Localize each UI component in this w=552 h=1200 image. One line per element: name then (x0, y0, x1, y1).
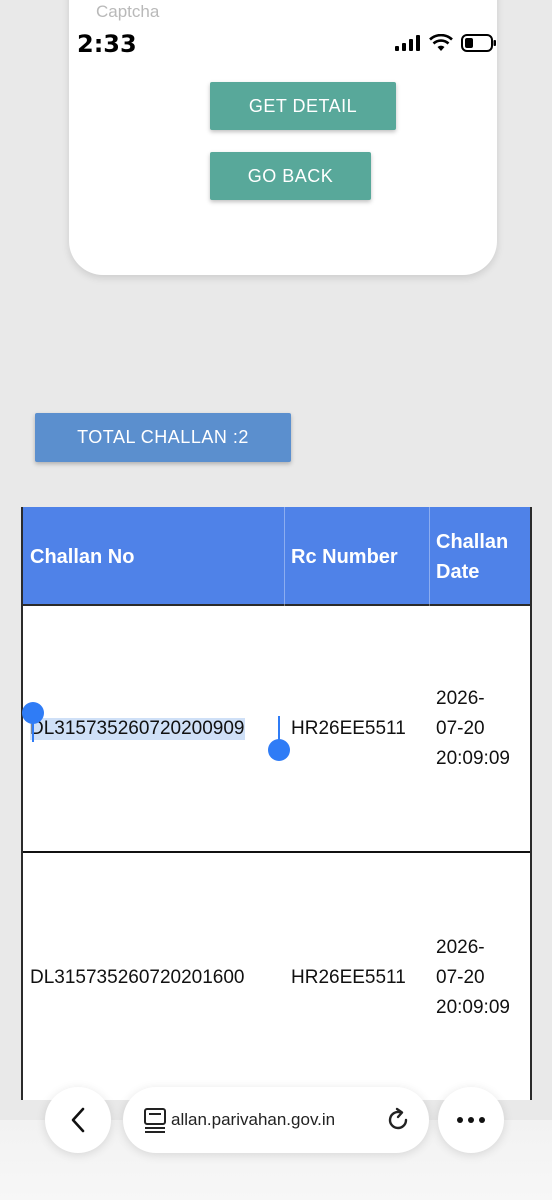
status-bar: 2:33 (0, 0, 552, 64)
status-icons (395, 34, 497, 52)
date-part: 07-20 (436, 967, 485, 988)
date-part: 2026- (436, 937, 485, 958)
challan-table: Challan No Rc Number Challan Date DL3157… (21, 507, 532, 1100)
status-time: 2:33 (77, 30, 137, 58)
challan-no-cell[interactable]: DL315735260720200909 (30, 718, 245, 740)
table-row: DL315735260720201600 HR26EE5511 2026- 07… (23, 855, 530, 1100)
selection-end-handle[interactable] (268, 739, 290, 761)
browser-back-button[interactable] (45, 1087, 111, 1153)
more-options-button[interactable] (438, 1087, 504, 1153)
challan-date-cell: 2026- 07-20 20:09:09 (436, 933, 510, 1023)
rc-number-cell: HR26EE5511 (291, 718, 406, 739)
address-bar[interactable]: allan.parivahan.gov.in (123, 1087, 429, 1153)
battery-icon (461, 34, 496, 52)
header-challan-date: Challan Date (436, 531, 509, 583)
date-part: 2026- (436, 688, 485, 709)
signal-icon (395, 35, 420, 51)
reload-icon[interactable] (385, 1107, 411, 1133)
header-challan-no: Challan No (30, 546, 135, 568)
challan-no-cell: DL315735260720201600 (30, 967, 245, 988)
header-rc-number: Rc Number (291, 546, 398, 568)
wifi-icon (429, 34, 453, 51)
selection-start-line (32, 716, 34, 742)
time-part: 20:09:09 (436, 997, 510, 1018)
rc-number-cell: HR26EE5511 (291, 967, 406, 988)
table-row: DL315735260720200909 HR26EE5511 2026- 07… (22, 606, 530, 853)
table-header: Challan No Rc Number Challan Date (23, 507, 530, 606)
more-dots-icon (457, 1117, 485, 1123)
time-part: 20:09:09 (436, 748, 510, 769)
date-part: 07-20 (436, 718, 485, 739)
get-detail-button[interactable]: GET DETAIL (210, 82, 396, 130)
url-text: allan.parivahan.gov.in (171, 1110, 336, 1129)
go-back-button[interactable]: GO BACK (210, 152, 371, 200)
header-divider (429, 507, 430, 606)
tab-overview-icon (144, 1108, 166, 1133)
chevron-left-icon (71, 1107, 85, 1133)
header-divider (284, 507, 285, 606)
challan-date-cell: 2026- 07-20 20:09:09 (436, 684, 510, 774)
total-challan-button[interactable]: TOTAL CHALLAN :2 (35, 413, 291, 462)
